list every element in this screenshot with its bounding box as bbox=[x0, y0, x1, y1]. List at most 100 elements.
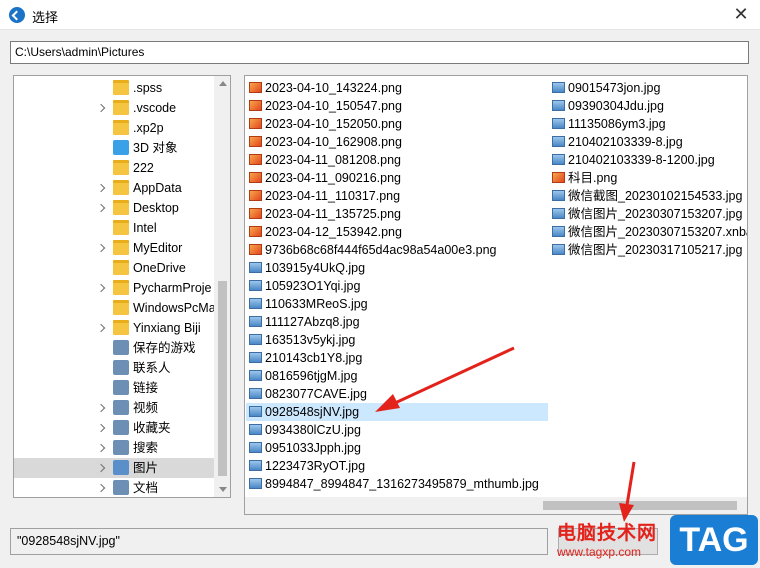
tree-item[interactable]: 3D 对象 bbox=[14, 138, 214, 158]
file-item[interactable]: 科目.png bbox=[549, 169, 747, 187]
tree-scroll-thumb[interactable] bbox=[218, 281, 227, 476]
tree-item[interactable]: 联系人 bbox=[14, 358, 214, 378]
tree-item[interactable]: 图片 bbox=[14, 458, 214, 478]
path-field[interactable]: C:\Users\admin\Pictures bbox=[10, 41, 749, 64]
file-item[interactable]: 110633MReoS.jpg bbox=[246, 295, 548, 313]
tree-item[interactable]: PycharmProje bbox=[14, 278, 214, 298]
folder-tree: 文档 图片 搜索 收藏夹 视频 链接 联系人 保存的游戏 Yinxiang Biji Window… bbox=[13, 75, 231, 498]
file-item[interactable]: 微信图片_20230307153207.xnbak bbox=[549, 223, 747, 241]
file-item[interactable]: 2023-04-12_153942.png bbox=[246, 223, 548, 241]
file-name: 2023-04-11_090216.png bbox=[265, 171, 402, 185]
file-item[interactable]: 11135086ym3.jpg bbox=[549, 115, 747, 133]
file-item[interactable]: 2023-04-10_143224.png bbox=[246, 79, 548, 97]
tree-item[interactable]: 文档 bbox=[14, 478, 214, 497]
tree-item[interactable]: OneDrive bbox=[14, 258, 214, 278]
png-file-icon bbox=[249, 154, 262, 165]
scroll-down-icon[interactable] bbox=[219, 487, 227, 492]
file-list-scroll-thumb[interactable] bbox=[543, 501, 737, 510]
tree-item[interactable]: 保存的游戏 bbox=[14, 338, 214, 358]
file-item[interactable]: 111127Abzq8.jpg bbox=[246, 313, 548, 331]
jpg-file-icon bbox=[249, 280, 262, 291]
file-item[interactable]: 09390304Jdu.jpg bbox=[549, 97, 747, 115]
tree-item[interactable]: .spss bbox=[14, 78, 214, 98]
tree-item[interactable]: 视频 bbox=[14, 398, 214, 418]
tree-item-label: 联系人 bbox=[133, 361, 171, 375]
jpg-file-icon bbox=[249, 424, 262, 435]
file-item[interactable]: 9736b68c68f444f65d4ac98a54a00e3.png bbox=[246, 241, 548, 259]
chevron-right-icon[interactable] bbox=[96, 403, 106, 413]
tree-item-label: PycharmProje bbox=[133, 281, 212, 295]
tree-item[interactable]: 222 bbox=[14, 158, 214, 178]
tree-item[interactable]: Intel bbox=[14, 218, 214, 238]
chevron-right-icon[interactable] bbox=[96, 463, 106, 473]
file-item[interactable]: 2023-04-11_135725.png bbox=[246, 205, 548, 223]
tree-item[interactable]: MyEditor bbox=[14, 238, 214, 258]
file-item[interactable]: 微信图片_20230307153207.jpg bbox=[549, 205, 747, 223]
tree-item[interactable]: 搜索 bbox=[14, 438, 214, 458]
chevron-right-icon[interactable] bbox=[96, 323, 106, 333]
favorites-icon bbox=[113, 420, 129, 435]
chevron-right-icon[interactable] bbox=[96, 183, 106, 193]
file-item[interactable]: 微信图片_20230317105217.jpg bbox=[549, 241, 747, 259]
folder-icon bbox=[113, 180, 129, 195]
file-name: 0934380lCzU.jpg bbox=[265, 423, 361, 437]
chevron-right-icon[interactable] bbox=[96, 103, 106, 113]
chevron-right-icon[interactable] bbox=[96, 443, 106, 453]
file-item[interactable]: 210402103339-8-1200.jpg bbox=[549, 151, 747, 169]
file-item[interactable]: 103915y4UkQ.jpg bbox=[246, 259, 548, 277]
file-item[interactable]: 0928548sjNV.jpg bbox=[246, 403, 548, 421]
file-item[interactable]: 105923O1Yqi.jpg bbox=[246, 277, 548, 295]
tree-item-label: 链接 bbox=[133, 381, 159, 395]
tree-item[interactable]: WindowsPcMa bbox=[14, 298, 214, 318]
tree-item-label: 收藏夹 bbox=[133, 421, 171, 435]
scroll-up-icon[interactable] bbox=[219, 81, 227, 86]
file-item[interactable]: 0951033Jpph.jpg bbox=[246, 439, 548, 457]
file-item[interactable]: 0816596tjgM.jpg bbox=[246, 367, 548, 385]
tree-item-label: 搜索 bbox=[133, 441, 159, 455]
file-list-scrollbar[interactable] bbox=[245, 497, 747, 514]
file-item[interactable]: 8994847_8994847_1316273495879_mthumb.jpg bbox=[246, 475, 548, 493]
file-name: 2023-04-10_150547.png bbox=[265, 99, 402, 113]
file-name: 0823077CAVE.jpg bbox=[265, 387, 367, 401]
watermark-tag-badge: TAG bbox=[670, 515, 758, 565]
file-name: 微信图片_20230307153207.xnbak bbox=[568, 225, 747, 239]
tree-scrollbar[interactable] bbox=[214, 76, 230, 497]
file-item[interactable]: 210143cb1Y8.jpg bbox=[246, 349, 548, 367]
chevron-right-icon[interactable] bbox=[96, 283, 106, 293]
chevron-right-icon[interactable] bbox=[96, 243, 106, 253]
selected-file-field[interactable]: "0928548sjNV.jpg" bbox=[10, 528, 548, 555]
file-item[interactable]: 0823077CAVE.jpg bbox=[246, 385, 548, 403]
png-file-icon bbox=[249, 136, 262, 147]
file-name: 210402103339-8-1200.jpg bbox=[568, 153, 715, 167]
file-item[interactable]: 2023-04-11_110317.png bbox=[246, 187, 548, 205]
tree-item[interactable]: .vscode bbox=[14, 98, 214, 118]
file-item[interactable]: 1223473RyOT.jpg bbox=[246, 457, 548, 475]
file-item[interactable]: 163513v5ykj.jpg bbox=[246, 331, 548, 349]
file-item[interactable]: 2023-04-10_150547.png bbox=[246, 97, 548, 115]
png-file-icon bbox=[552, 172, 565, 183]
file-item[interactable]: 0934380lCzU.jpg bbox=[246, 421, 548, 439]
tree-item[interactable]: AppData bbox=[14, 178, 214, 198]
chevron-right-icon[interactable] bbox=[96, 203, 106, 213]
chevron-right-icon[interactable] bbox=[96, 483, 106, 493]
file-list: 微信图片_20230317105217.jpg 微信图片_202303071532… bbox=[244, 75, 748, 515]
file-item[interactable]: 2023-04-11_090216.png bbox=[246, 169, 548, 187]
tree-item[interactable]: 收藏夹 bbox=[14, 418, 214, 438]
tree-item[interactable]: .xp2p bbox=[14, 118, 214, 138]
file-item[interactable]: 09015473jon.jpg bbox=[549, 79, 747, 97]
file-item[interactable]: 微信截图_20230102154533.jpg bbox=[549, 187, 747, 205]
file-item[interactable]: 2023-04-10_162908.png bbox=[246, 133, 548, 151]
tree-item[interactable]: Yinxiang Biji bbox=[14, 318, 214, 338]
file-item[interactable]: 210402103339-8.jpg bbox=[549, 133, 747, 151]
tree-item[interactable]: 链接 bbox=[14, 378, 214, 398]
file-item[interactable]: 2023-04-11_081208.png bbox=[246, 151, 548, 169]
chevron-right-icon[interactable] bbox=[96, 423, 106, 433]
file-name: 110633MReoS.jpg bbox=[265, 297, 368, 311]
tree-item-label: .xp2p bbox=[133, 121, 164, 135]
tree-item[interactable]: Desktop bbox=[14, 198, 214, 218]
jpg-file-icon bbox=[552, 208, 565, 219]
file-name: 0928548sjNV.jpg bbox=[265, 405, 360, 419]
close-button[interactable]: ✕ bbox=[722, 0, 760, 30]
tree-item-label: Intel bbox=[133, 221, 157, 235]
file-item[interactable]: 2023-04-10_152050.png bbox=[246, 115, 548, 133]
